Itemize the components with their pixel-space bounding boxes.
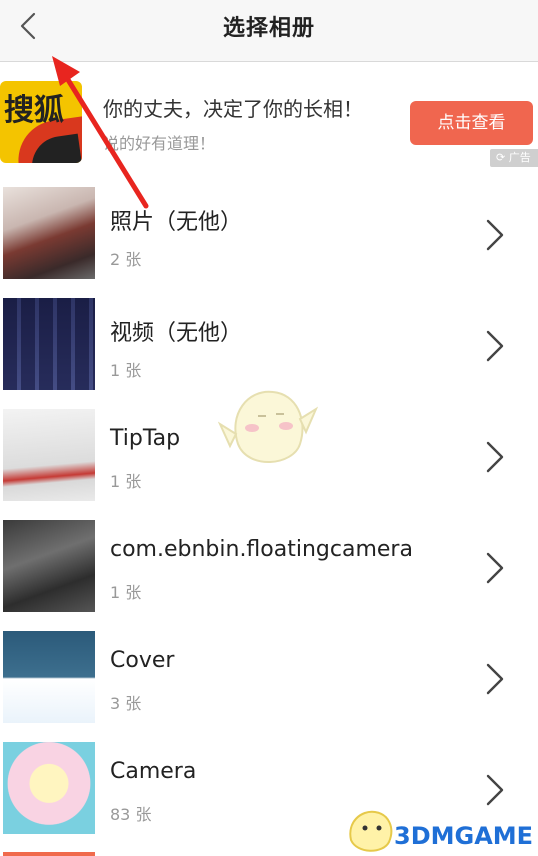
logo-text: 搜狐 (4, 93, 64, 128)
album-row[interactable]: 照片（无他） 2 张 (0, 185, 538, 296)
album-name: TipTap (110, 426, 181, 451)
album-count: 1 张 (110, 472, 142, 491)
album-thumbnail (3, 298, 95, 390)
mascot-watermark-icon (218, 390, 318, 463)
chevron-right-icon (486, 330, 504, 362)
chevron-right-icon (486, 552, 504, 584)
ad-banner[interactable]: 搜狐 你的丈夫，决定了你的长相！ 说的好有道理！ 点击查看 ⟳ 广告 (0, 63, 538, 171)
album-thumbnail (3, 742, 95, 834)
top-bar: 选择相册 (0, 0, 538, 62)
album-name: Camera (110, 759, 197, 784)
ad-badge: ⟳ 广告 (490, 149, 538, 167)
album-row[interactable]: Cover 3 张 (0, 629, 538, 740)
refresh-icon: ⟳ (496, 151, 506, 164)
album-name: 视频（无他） (110, 321, 243, 346)
album-count: 1 张 (110, 361, 142, 380)
page-title: 选择相册 (222, 16, 315, 41)
sohu-logo: 搜狐 (0, 81, 82, 163)
next-thumbnail-edge (3, 852, 95, 856)
album-thumbnail (3, 520, 95, 612)
album-name: com.ebnbin.floatingcamera (110, 537, 413, 562)
chevron-right-icon (486, 663, 504, 695)
album-name: 照片（无他） (110, 210, 243, 235)
ad-subtext: 说的好有道理！ (103, 134, 216, 153)
view-button[interactable]: 点击查看 (410, 101, 533, 145)
album-thumbnail (3, 187, 95, 279)
album-count: 2 张 (110, 250, 142, 269)
album-count: 3 张 (110, 694, 142, 713)
chevron-right-icon (486, 774, 504, 806)
album-list: 照片（无他） 2 张 视频（无他） 1 张 TipTap 1 张 com.ebn… (0, 185, 538, 851)
ad-badge-label: 广告 (508, 151, 531, 164)
album-row[interactable]: com.ebnbin.floatingcamera 1 张 (0, 518, 538, 629)
album-name: Cover (110, 648, 175, 673)
album-count: 1 张 (110, 583, 142, 602)
chevron-right-icon (486, 219, 504, 251)
album-thumbnail (3, 631, 95, 723)
watermark-text: 3DMGAME (394, 822, 534, 850)
ad-headline: 你的丈夫，决定了你的长相！ (103, 97, 363, 121)
album-thumbnail (3, 409, 95, 501)
chevron-right-icon (486, 441, 504, 473)
album-count: 83 张 (110, 805, 152, 824)
